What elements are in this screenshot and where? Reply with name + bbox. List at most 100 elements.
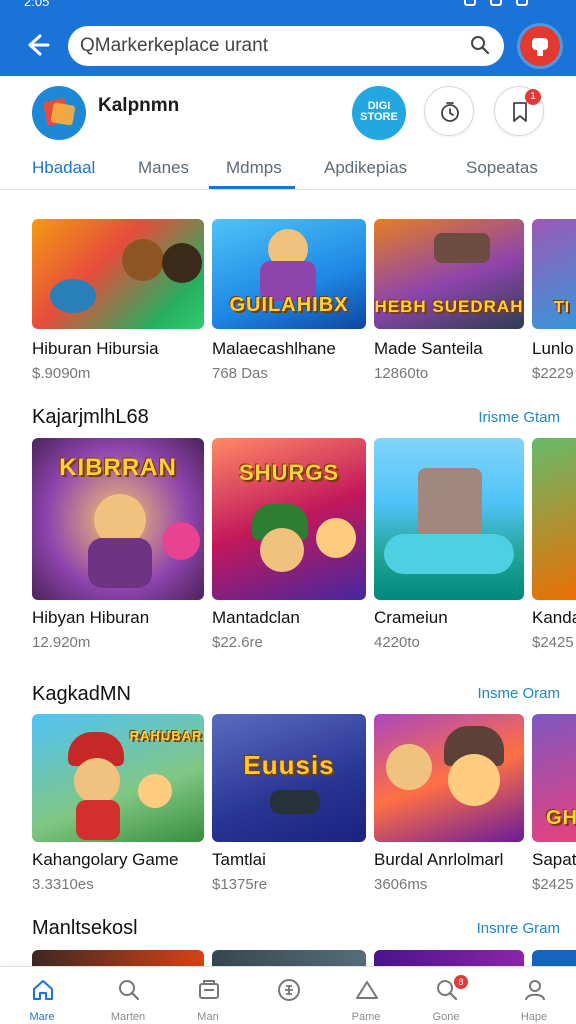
game-meta: $.9090m bbox=[32, 365, 91, 382]
tab-3[interactable]: Apdikepias bbox=[324, 158, 407, 178]
thumbnail-caption: HEBH SUEDRAH bbox=[374, 297, 524, 316]
app-header bbox=[0, 76, 576, 150]
game-thumbnail-peek[interactable] bbox=[212, 950, 366, 966]
game-title: Malaecashlhane bbox=[212, 339, 336, 358]
game-card[interactable]: SHURGS Mantadclan $22.6re bbox=[212, 438, 366, 654]
see-all-link[interactable]: Insnre Gram bbox=[477, 920, 560, 937]
active-tab-indicator bbox=[209, 186, 295, 189]
game-thumbnail: TI bbox=[532, 219, 576, 329]
nav-label: Pame bbox=[351, 1011, 381, 1023]
game-card[interactable]: KIBRRAN Hibyan Hiburan 12.920m bbox=[32, 438, 204, 654]
tab-4[interactable]: Sopeatas bbox=[466, 158, 538, 178]
game-thumbnail: RAHUBAR bbox=[32, 714, 204, 842]
bookmark-button[interactable]: 1 bbox=[494, 86, 544, 136]
game-thumbnail bbox=[32, 219, 204, 329]
nav-home[interactable]: Mare bbox=[6, 967, 78, 1024]
nav-profile[interactable]: Hape bbox=[498, 967, 570, 1024]
thumbnail-caption: TI bbox=[553, 299, 571, 316]
section-title: KagkadMN bbox=[32, 683, 131, 705]
game-meta: 3.3310es bbox=[32, 876, 94, 893]
search-icon[interactable] bbox=[470, 35, 490, 55]
game-card[interactable]: GH Sapat $2425 bbox=[532, 714, 576, 894]
notification-badge: 1 bbox=[525, 89, 541, 105]
tab-0[interactable]: Hbadaal bbox=[32, 158, 95, 178]
game-title: Hiburan Hibursia bbox=[32, 339, 159, 358]
game-title: Lunlo bbox=[532, 339, 574, 358]
game-card[interactable]: Burdal Anrlolmarl 3606ms bbox=[374, 714, 524, 894]
game-thumbnail bbox=[532, 438, 576, 600]
robot-avatar-icon[interactable] bbox=[520, 26, 560, 66]
game-card[interactable]: HEBH SUEDRAH Made Santeila 12860to bbox=[374, 219, 524, 389]
nav-label: Mare bbox=[29, 1011, 55, 1023]
game-title: Kanda bbox=[532, 608, 576, 627]
game-thumbnail-peek[interactable] bbox=[374, 950, 524, 966]
nav-search-badge[interactable]: 8 Gone bbox=[410, 967, 482, 1024]
game-title: Mantadclan bbox=[212, 608, 300, 627]
game-thumbnail bbox=[374, 714, 524, 842]
thumbnail-caption: Euusis bbox=[243, 750, 335, 780]
thumbnail-caption: RAHUBAR bbox=[129, 728, 203, 743]
game-thumbnail: SHURGS bbox=[212, 438, 366, 600]
game-title: Hibyan Hiburan bbox=[32, 608, 150, 627]
game-card[interactable]: Crameiun 4220to bbox=[374, 438, 524, 654]
top-app-bar: 2:05 bbox=[0, 0, 576, 76]
see-all-link[interactable]: Insme Oram bbox=[477, 685, 560, 702]
app-name: Kalpnmn bbox=[98, 95, 180, 116]
person-icon bbox=[525, 980, 545, 1001]
home-icon bbox=[33, 980, 53, 1000]
tent-icon bbox=[356, 981, 378, 999]
game-title: Burdal Anrlolmarl bbox=[374, 850, 504, 869]
game-title: Sapat bbox=[532, 850, 576, 869]
timer-button[interactable] bbox=[424, 86, 474, 136]
search-icon bbox=[119, 980, 140, 1001]
game-thumbnail: Euusis bbox=[212, 714, 366, 842]
nav-wallet[interactable]: Man bbox=[172, 967, 244, 1024]
game-thumbnail: GUILAHIBX bbox=[212, 219, 366, 329]
game-title: Made Santeila bbox=[374, 339, 483, 358]
nav-search[interactable]: Marten bbox=[92, 967, 164, 1024]
nav-label: Gone bbox=[432, 1011, 460, 1023]
nav-label: Hape bbox=[520, 1011, 548, 1023]
game-thumbnail bbox=[374, 438, 524, 600]
tab-1[interactable]: Manes bbox=[138, 158, 189, 178]
game-thumbnail: GH bbox=[532, 714, 576, 842]
game-title: Kahangolary Game bbox=[32, 850, 179, 869]
game-meta: 12.920m bbox=[32, 634, 91, 651]
back-arrow-icon[interactable] bbox=[20, 30, 54, 60]
game-meta: 12860to bbox=[374, 365, 429, 382]
game-thumbnail: KIBRRAN bbox=[32, 438, 204, 600]
bottom-navigation: Mare Marten Man Pame 8 Gone Hape bbox=[0, 966, 576, 1024]
status-bar: 2:05 bbox=[0, 0, 576, 10]
search-bar[interactable] bbox=[68, 26, 504, 66]
game-meta: $1375re bbox=[212, 876, 268, 893]
search-input[interactable] bbox=[80, 32, 460, 60]
game-title: Tamtlai bbox=[212, 850, 266, 869]
thumbnail-caption: SHURGS bbox=[238, 460, 340, 485]
nav-compass[interactable] bbox=[252, 967, 324, 1024]
category-tabs: Hbadaal Manes Mdmps Apdikepias Sopeatas bbox=[0, 150, 576, 190]
tab-2[interactable]: Mdmps bbox=[226, 158, 282, 178]
game-card[interactable]: RAHUBAR Kahangolary Game 3.3310es bbox=[32, 714, 204, 894]
game-meta: 768 Das bbox=[212, 365, 268, 382]
game-card[interactable]: Kanda $2425 bbox=[532, 438, 576, 654]
game-thumbnail-peek[interactable] bbox=[532, 950, 576, 966]
store-badge-button[interactable]: DIGI STORE bbox=[352, 86, 406, 140]
game-card[interactable]: GUILAHIBX Malaecashlhane 768 Das bbox=[212, 219, 366, 389]
thumbnail-caption: KIBRRAN bbox=[59, 454, 177, 481]
game-meta: $22.6re bbox=[212, 634, 263, 651]
app-root: 2:05 Kalpnmn DIGI STORE 1 Hbadaal bbox=[0, 0, 576, 1024]
see-all-link[interactable]: Irisme Gtam bbox=[478, 409, 560, 426]
game-meta: 4220to bbox=[374, 634, 420, 651]
thumbnail-caption: GUILAHIBX bbox=[229, 294, 349, 316]
game-card[interactable]: Hiburan Hibursia $.9090m bbox=[32, 219, 204, 389]
signal-icon bbox=[464, 0, 476, 6]
game-card[interactable]: TI Lunlo $2229 bbox=[532, 219, 576, 389]
nav-badge: 8 bbox=[454, 975, 468, 989]
nav-tent[interactable]: Pame bbox=[330, 967, 402, 1024]
nav-label: Man bbox=[197, 1011, 219, 1023]
game-thumbnail-peek[interactable] bbox=[32, 950, 204, 966]
game-card[interactable]: Euusis Tamtlai $1375re bbox=[212, 714, 366, 894]
wifi-icon bbox=[490, 0, 502, 6]
game-thumbnail: HEBH SUEDRAH bbox=[374, 219, 524, 329]
game-meta: 3606ms bbox=[374, 876, 428, 893]
